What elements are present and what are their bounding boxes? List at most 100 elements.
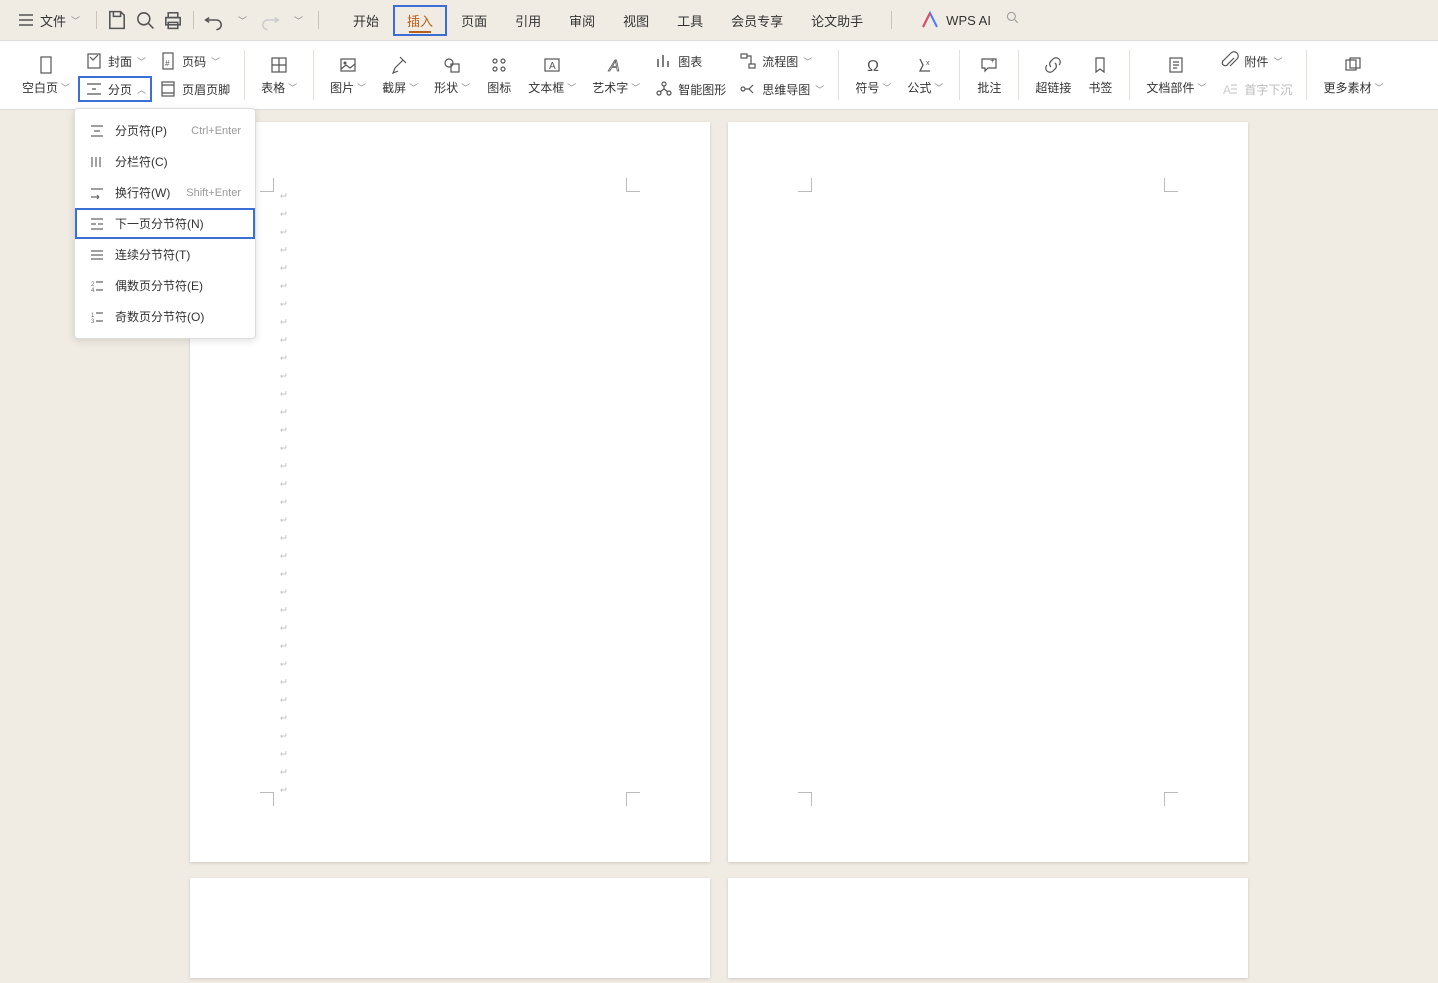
chart-icon [654, 51, 674, 71]
save-button[interactable] [105, 8, 129, 32]
separator [244, 50, 245, 100]
header-footer-button[interactable]: 页眉页脚 [152, 76, 236, 102]
wordart-button[interactable]: A 艺术字﹀ [584, 51, 648, 100]
hyperlink-icon [1043, 55, 1063, 75]
tab-member[interactable]: 会员专享 [717, 5, 797, 36]
dd-line-break[interactable]: 换行符(W) Shift+Enter [75, 177, 255, 208]
smart-graphic-icon [654, 79, 674, 99]
tab-view[interactable]: 视图 [609, 5, 663, 36]
doc-parts-button[interactable]: 文档部件﹀ [1138, 51, 1214, 100]
section-break-dropdown: 分页符(P) Ctrl+Enter 分栏符(C) 换行符(W) Shift+En… [74, 108, 256, 339]
redo-button[interactable] [258, 8, 282, 32]
wordart-icon: A [606, 55, 626, 75]
separator [1306, 50, 1307, 100]
flowchart-button[interactable]: 流程图﹀ [732, 48, 830, 74]
document-page[interactable]: ↵↵↵↵↵↵↵↵↵↵↵↵↵↵↵↵↵↵↵↵↵↵↵↵↵↵↵↵↵↵↵↵↵↵ [190, 122, 710, 862]
wps-ai-label: WPS AI [946, 13, 991, 28]
section-break-button[interactable]: 分页︿ [78, 76, 152, 102]
mindmap-button[interactable]: 思维导图﹀ [732, 76, 830, 102]
chart-button[interactable]: 图表 [648, 48, 732, 74]
redo-dropdown[interactable]: ﹀ [286, 8, 310, 32]
svg-text:A: A [549, 61, 556, 72]
separator [1129, 50, 1130, 100]
margin-corner [798, 792, 812, 806]
margin-corner [626, 178, 640, 192]
dd-continuous-section[interactable]: 连续分节符(T) [75, 239, 255, 270]
flowchart-icon [738, 51, 758, 71]
document-page[interactable] [190, 878, 710, 978]
print-preview-button[interactable] [133, 8, 157, 32]
tab-page[interactable]: 页面 [447, 5, 501, 36]
formula-button[interactable]: x 公式﹀ [899, 51, 951, 100]
more-material-icon [1343, 55, 1363, 75]
icon-gallery-icon [489, 55, 509, 75]
chevron-down-icon: ﹀ [357, 81, 366, 94]
doc-parts-icon [1166, 55, 1186, 75]
search-button[interactable] [1005, 10, 1021, 31]
picture-icon [338, 55, 358, 75]
dd-even-page-section[interactable]: 24 偶数页分节符(E) [75, 270, 255, 301]
svg-text:Ω: Ω [867, 58, 879, 75]
dd-page-break[interactable]: 分页符(P) Ctrl+Enter [75, 115, 255, 146]
chevron-down-icon: ﹀ [61, 81, 70, 94]
undo-dropdown[interactable]: ﹀ [230, 8, 254, 32]
header-footer-icon [158, 79, 178, 99]
picture-button[interactable]: 图片﹀ [322, 51, 374, 100]
page-number-icon: # [158, 51, 178, 71]
dd-next-page-section[interactable]: 下一页分节符(N) [75, 208, 255, 239]
document-page[interactable] [728, 878, 1248, 978]
margin-corner [1164, 792, 1178, 806]
bookmark-button[interactable]: 书签 [1079, 51, 1121, 100]
page-number-button[interactable]: # 页码﹀ [152, 48, 236, 74]
chevron-up-icon: ︿ [137, 83, 146, 96]
chevron-down-icon: ﹀ [882, 81, 891, 94]
margin-corner [260, 178, 274, 192]
document-page[interactable] [728, 122, 1248, 862]
separator [1018, 50, 1019, 100]
tab-reference[interactable]: 引用 [501, 5, 555, 36]
dd-column-break[interactable]: 分栏符(C) [75, 146, 255, 177]
icon-button[interactable]: 图标 [478, 51, 520, 100]
table-icon [269, 55, 289, 75]
section-break-icon [84, 79, 104, 99]
cover-button[interactable]: 封面﹀ [78, 48, 152, 74]
tab-review[interactable]: 审阅 [555, 5, 609, 36]
formula-icon: x [915, 55, 935, 75]
paragraph-marks: ↵↵↵↵↵↵↵↵↵↵↵↵↵↵↵↵↵↵↵↵↵↵↵↵↵↵↵↵↵↵↵↵↵↵ [190, 122, 710, 798]
margin-corner [626, 792, 640, 806]
separator [96, 11, 97, 29]
line-break-icon [89, 185, 105, 201]
attachment-button[interactable]: 附件﹀ [1214, 48, 1298, 74]
separator [959, 50, 960, 100]
drop-cap-icon: A [1220, 79, 1240, 99]
print-button[interactable] [161, 8, 185, 32]
hyperlink-button[interactable]: 超链接 [1027, 51, 1079, 100]
table-button[interactable]: 表格﹀ [253, 51, 305, 100]
comment-button[interactable]: + 批注 [968, 51, 1010, 100]
more-material-button[interactable]: 更多素材﹀ [1315, 51, 1391, 100]
smart-graphic-button[interactable]: 智能图形 [648, 76, 732, 102]
blank-page-button[interactable]: 空白页 ﹀ [14, 51, 78, 100]
tab-insert[interactable]: 插入 [393, 5, 447, 36]
separator [193, 11, 194, 29]
file-label: 文件 [40, 11, 66, 30]
file-menu[interactable]: 文件 ﹀ [8, 6, 88, 34]
svg-text:#: # [165, 59, 170, 68]
blank-page-icon [36, 55, 56, 75]
svg-text:4: 4 [91, 288, 95, 294]
column-break-icon [89, 154, 105, 170]
shape-button[interactable]: 形状﹀ [426, 51, 478, 100]
tab-start[interactable]: 开始 [339, 5, 393, 36]
tab-tools[interactable]: 工具 [663, 5, 717, 36]
symbol-icon: Ω [863, 55, 883, 75]
chevron-down-icon: ﹀ [137, 55, 146, 68]
chevron-down-icon: ﹀ [1197, 81, 1206, 94]
wps-ai-button[interactable]: WPS AI [920, 10, 991, 30]
margin-corner [798, 178, 812, 192]
symbol-button[interactable]: Ω 符号﹀ [847, 51, 899, 100]
dd-odd-page-section[interactable]: 13 奇数页分节符(O) [75, 301, 255, 332]
textbox-button[interactable]: A 文本框﹀ [520, 51, 584, 100]
tab-paper[interactable]: 论文助手 [797, 5, 877, 36]
undo-button[interactable] [202, 8, 226, 32]
screenshot-button[interactable]: 截屏﹀ [374, 51, 426, 100]
